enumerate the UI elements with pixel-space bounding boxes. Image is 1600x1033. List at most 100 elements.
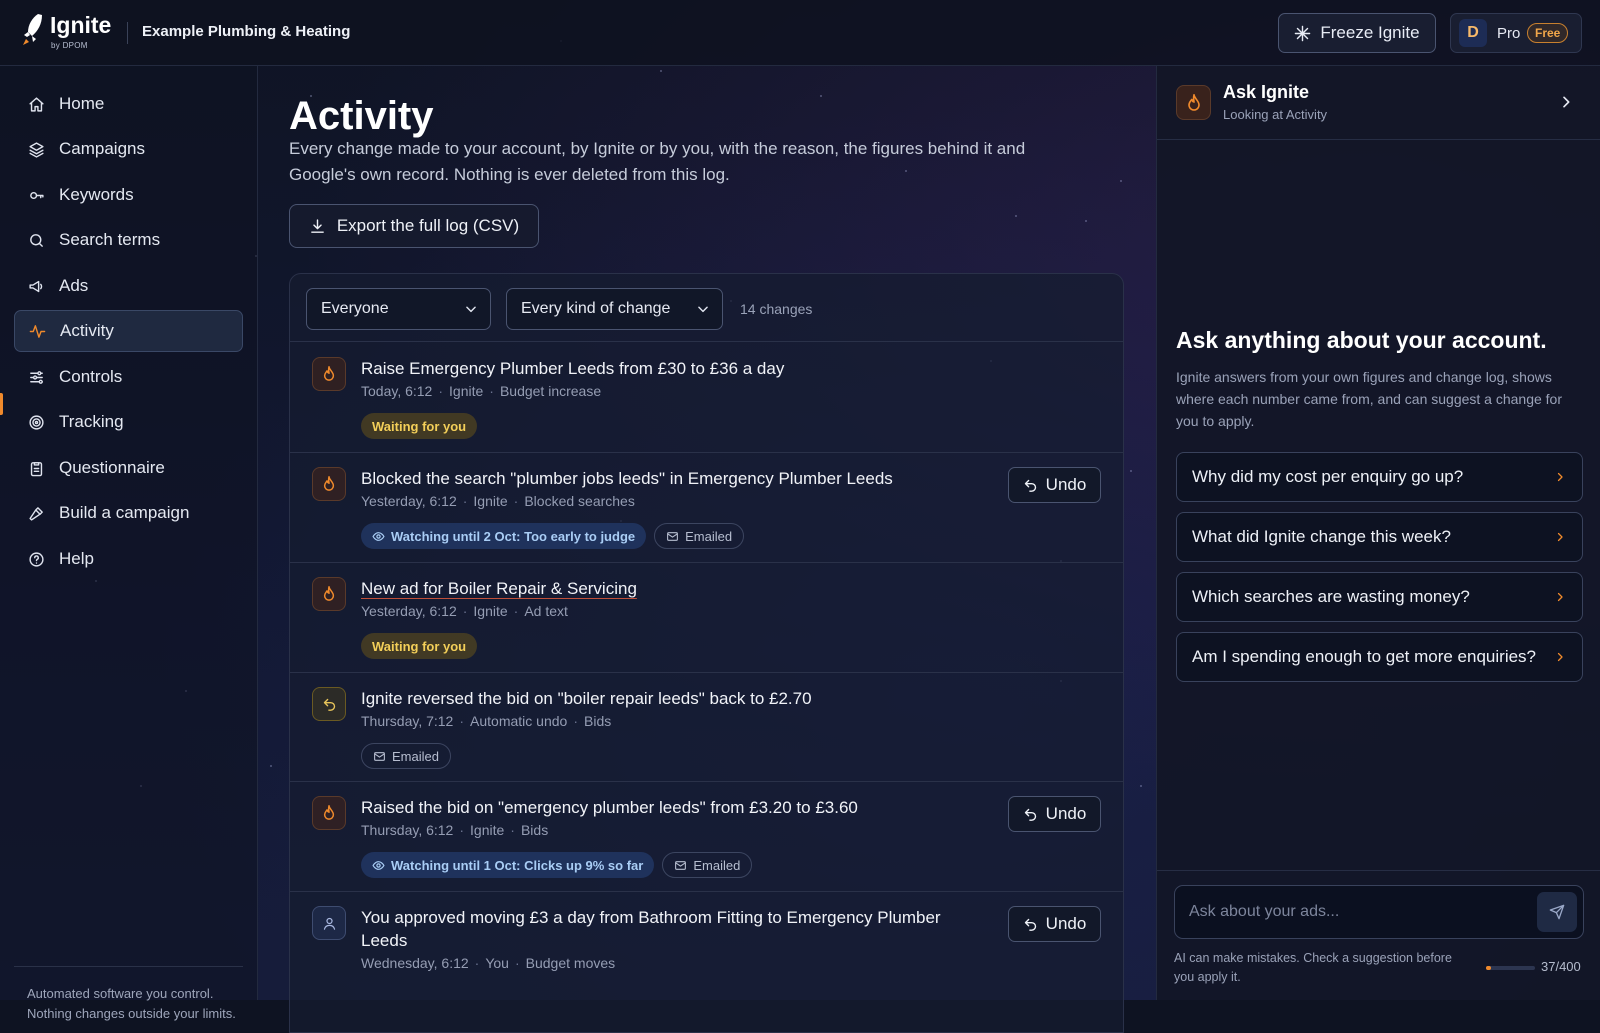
chevron-right-icon[interactable] — [1558, 94, 1574, 110]
export-csv-button[interactable]: Export the full log (CSV) — [289, 204, 539, 248]
suggested-question[interactable]: Am I spending enough to get more enquiri… — [1176, 632, 1583, 682]
sidebar-item-label: Build a campaign — [59, 503, 189, 523]
target-icon — [28, 414, 45, 431]
emailed-badge: Emailed — [662, 852, 752, 878]
chevron-right-icon — [1554, 531, 1566, 543]
entry-tags: Waiting for you — [361, 633, 477, 659]
undo-label: Undo — [1046, 804, 1087, 824]
suggested-question[interactable]: Why did my cost per enquiry go up? — [1176, 452, 1583, 502]
ai-disclaimer: AI can make mistakes. Check a suggestion… — [1174, 949, 1474, 987]
flame-icon — [1176, 85, 1211, 120]
entry-time: Thursday, 6:12 — [361, 822, 453, 838]
assistant-heading: Ask anything about your account. — [1176, 327, 1547, 354]
entry-title: You approved moving £3 a day from Bathro… — [361, 906, 971, 952]
entry-meta: Thursday, 6:12·Ignite·Bids — [361, 822, 548, 838]
entry-category: Bids — [584, 713, 611, 729]
sidebar-item-build-a-campaign[interactable]: Build a campaign — [14, 492, 243, 534]
undo-button[interactable]: Undo — [1008, 796, 1101, 832]
separator: · — [510, 822, 515, 838]
account-menu[interactable]: D Pro Free — [1450, 13, 1582, 53]
key-icon — [28, 187, 45, 204]
suggestion-text: What did Ignite change this week? — [1192, 527, 1451, 547]
entry-actor: You — [485, 955, 509, 971]
hammer-icon — [28, 505, 45, 522]
activity-entry[interactable]: Ignite reversed the bid on "boiler repai… — [290, 673, 1123, 782]
char-count: 37/400 — [1541, 959, 1581, 974]
sidebar-item-keywords[interactable]: Keywords — [14, 174, 243, 216]
entry-title: Ignite reversed the bid on "boiler repai… — [361, 687, 971, 710]
badge-text: Emailed — [685, 529, 732, 544]
separator: · — [489, 383, 494, 399]
eye-icon — [372, 859, 385, 872]
undo-button[interactable]: Undo — [1008, 906, 1101, 942]
brand-logo[interactable]: Ignite by DPOM — [22, 12, 132, 56]
mail-icon — [666, 530, 679, 543]
sidebar-item-ads[interactable]: Ads — [14, 265, 243, 307]
entry-category: Bids — [521, 822, 548, 838]
rocket-icon — [22, 12, 44, 46]
activity-entry[interactable]: You approved moving £3 a day from Bathro… — [290, 892, 1123, 1033]
activity-entry[interactable]: Raised the bid on "emergency plumber lee… — [290, 782, 1123, 892]
suggested-question[interactable]: Which searches are wasting money? — [1176, 572, 1583, 622]
entry-tags: Waiting for you — [361, 413, 477, 439]
kind-filter-select[interactable]: Every kind of change — [506, 288, 723, 330]
ask-input-box — [1174, 885, 1584, 939]
chevron-right-icon — [1554, 591, 1566, 603]
search-icon — [28, 232, 45, 249]
entry-meta: Today, 6:12·Ignite·Budget increase — [361, 383, 601, 399]
sidebar-item-home[interactable]: Home — [14, 83, 243, 125]
plan-name: Pro — [1497, 25, 1520, 42]
sidebar: HomeCampaigns Keywords Search terms Ads Acti… — [0, 66, 258, 1000]
entry-title[interactable]: New ad for Boiler Repair & Servicing — [361, 577, 971, 600]
ask-input[interactable] — [1175, 886, 1535, 938]
separator: · — [515, 955, 520, 971]
sidebar-item-label: Activity — [60, 321, 114, 341]
eye-icon — [372, 530, 385, 543]
sidebar-item-campaigns[interactable]: Campaigns — [14, 128, 243, 170]
entry-title: Raise Emergency Plumber Leeds from £30 t… — [361, 357, 971, 380]
separator: · — [459, 822, 464, 838]
waiting-badge: Waiting for you — [361, 413, 477, 439]
send-icon — [1549, 904, 1565, 920]
activity-entry[interactable]: Blocked the search "plumber jobs leeds" … — [290, 453, 1123, 563]
sidebar-item-label: Ads — [59, 276, 88, 296]
sidebar-item-controls[interactable]: Controls — [14, 356, 243, 398]
send-button[interactable] — [1537, 892, 1577, 932]
flame-icon — [322, 476, 336, 492]
entry-actor: Ignite — [449, 383, 483, 399]
entry-icon — [312, 687, 346, 721]
watching-badge: Watching until 2 Oct: Too early to judge — [361, 523, 646, 549]
undo-icon — [1023, 917, 1038, 932]
filter-bar: Everyone Every kind of change 14 changes — [290, 274, 1123, 342]
entry-category: Budget moves — [526, 955, 616, 971]
activity-entry[interactable]: Raise Emergency Plumber Leeds from £30 t… — [290, 343, 1123, 453]
sidebar-item-search-terms[interactable]: Search terms — [14, 219, 243, 261]
kind-filter-value: Every kind of change — [521, 300, 670, 318]
sidebar-item-help[interactable]: Help — [14, 538, 243, 580]
assistant-subtitle: Looking at Activity — [1223, 107, 1327, 122]
entry-actor: Ignite — [473, 603, 507, 619]
account-name: Example Plumbing & Heating — [142, 23, 350, 40]
sidebar-item-tracking[interactable]: Tracking — [14, 401, 243, 443]
flame-icon — [322, 366, 336, 382]
activity-entry[interactable]: New ad for Boiler Repair & ServicingYest… — [290, 563, 1123, 673]
emailed-badge: Emailed — [654, 523, 744, 549]
undo-button[interactable]: Undo — [1008, 467, 1101, 503]
who-filter-select[interactable]: Everyone — [306, 288, 491, 330]
home-icon — [28, 96, 45, 113]
entry-icon — [312, 357, 346, 391]
main-content: Activity Every change made to your accou… — [258, 66, 1156, 1000]
freeze-ignite-button[interactable]: Freeze Ignite — [1278, 13, 1436, 53]
sidebar-item-questionnaire[interactable]: Questionnaire — [14, 447, 243, 489]
sidebar-item-activity[interactable]: Activity — [14, 310, 243, 352]
badge-text: Waiting for you — [372, 419, 466, 434]
flame-icon — [322, 805, 336, 821]
sidebar-divider — [14, 966, 243, 967]
badge-text: Watching until 2 Oct: Too early to judge — [391, 529, 635, 544]
sidebar-item-label: Keywords — [59, 185, 134, 205]
entry-tags: Emailed — [361, 743, 451, 769]
suggested-question[interactable]: What did Ignite change this week? — [1176, 512, 1583, 562]
separator: · — [459, 713, 464, 729]
entry-icon — [312, 577, 346, 611]
entry-icon — [312, 796, 346, 830]
